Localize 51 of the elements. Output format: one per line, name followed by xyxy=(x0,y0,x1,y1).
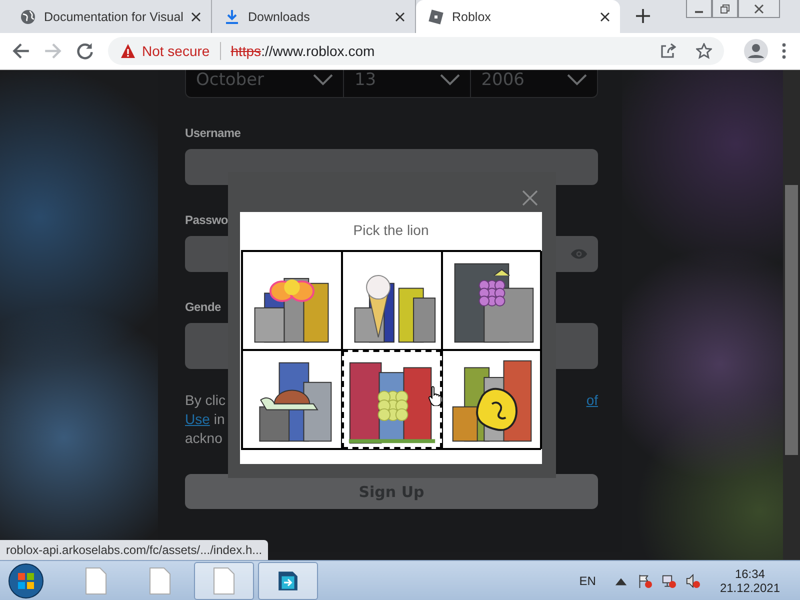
chevron-icon xyxy=(566,74,587,86)
taskbar-button[interactable] xyxy=(194,562,254,600)
clock-date[interactable]: 21.12.2021 xyxy=(720,580,780,594)
password-label: Passwo xyxy=(185,213,229,227)
chevron-icon xyxy=(313,74,334,86)
menu-icon[interactable] xyxy=(782,43,786,59)
speaker-muted-icon[interactable] xyxy=(686,574,700,588)
network-error-icon[interactable] xyxy=(662,574,676,588)
document-icon xyxy=(85,566,107,594)
terms-text: By clic xyxy=(185,391,226,410)
close-icon[interactable] xyxy=(191,12,201,22)
start-button[interactable] xyxy=(8,562,44,598)
new-tab-plus-icon[interactable] xyxy=(636,9,650,23)
share-icon[interactable] xyxy=(660,43,676,59)
star-icon[interactable] xyxy=(696,43,712,59)
tab-title: Roblox xyxy=(452,10,492,24)
url-text: https://www.roblox.com xyxy=(230,43,375,59)
browser-tab[interactable]: Roblox xyxy=(416,0,620,33)
tab-title: Documentation for Visual xyxy=(44,10,183,24)
captcha-prompt: Pick the lion xyxy=(352,222,430,238)
document-icon xyxy=(149,566,171,594)
restore-icon xyxy=(720,4,730,14)
tab-title: Downloads xyxy=(248,10,311,24)
username-label: Username xyxy=(185,126,242,140)
globe-icon xyxy=(20,8,36,24)
warning-icon xyxy=(120,43,136,59)
terms-text: ackno xyxy=(185,429,222,448)
back-arrow-icon[interactable] xyxy=(12,42,30,60)
restore-button[interactable] xyxy=(712,0,738,18)
flag-error-icon[interactable] xyxy=(638,574,652,588)
close-icon[interactable] xyxy=(395,12,405,22)
download-icon xyxy=(224,8,240,24)
chevron-icon xyxy=(440,74,460,86)
taskbar-button[interactable] xyxy=(258,562,318,600)
profile-avatar-icon[interactable] xyxy=(744,39,768,63)
address-bar[interactable]: Not secure https://www.roblox.com xyxy=(108,37,724,65)
not-secure-label: Not secure xyxy=(142,43,210,59)
close-window-button[interactable] xyxy=(738,0,780,18)
close-icon[interactable] xyxy=(600,12,610,22)
document-icon xyxy=(213,566,235,594)
minimize-button[interactable] xyxy=(686,0,712,18)
status-url: roblox-api.arkoselabs.com/fc/assets/.../index.h... xyxy=(0,540,268,560)
terms-text: in xyxy=(214,410,225,429)
gender-label: Gende xyxy=(185,300,222,314)
language-indicator[interactable]: EN xyxy=(579,574,596,588)
hand-cursor-icon xyxy=(428,386,442,406)
clock-time[interactable]: 16:34 xyxy=(734,566,765,580)
close-icon xyxy=(754,4,764,14)
scrollbar[interactable] xyxy=(783,70,800,560)
reload-icon[interactable] xyxy=(76,42,94,60)
minimize-icon xyxy=(695,10,703,12)
